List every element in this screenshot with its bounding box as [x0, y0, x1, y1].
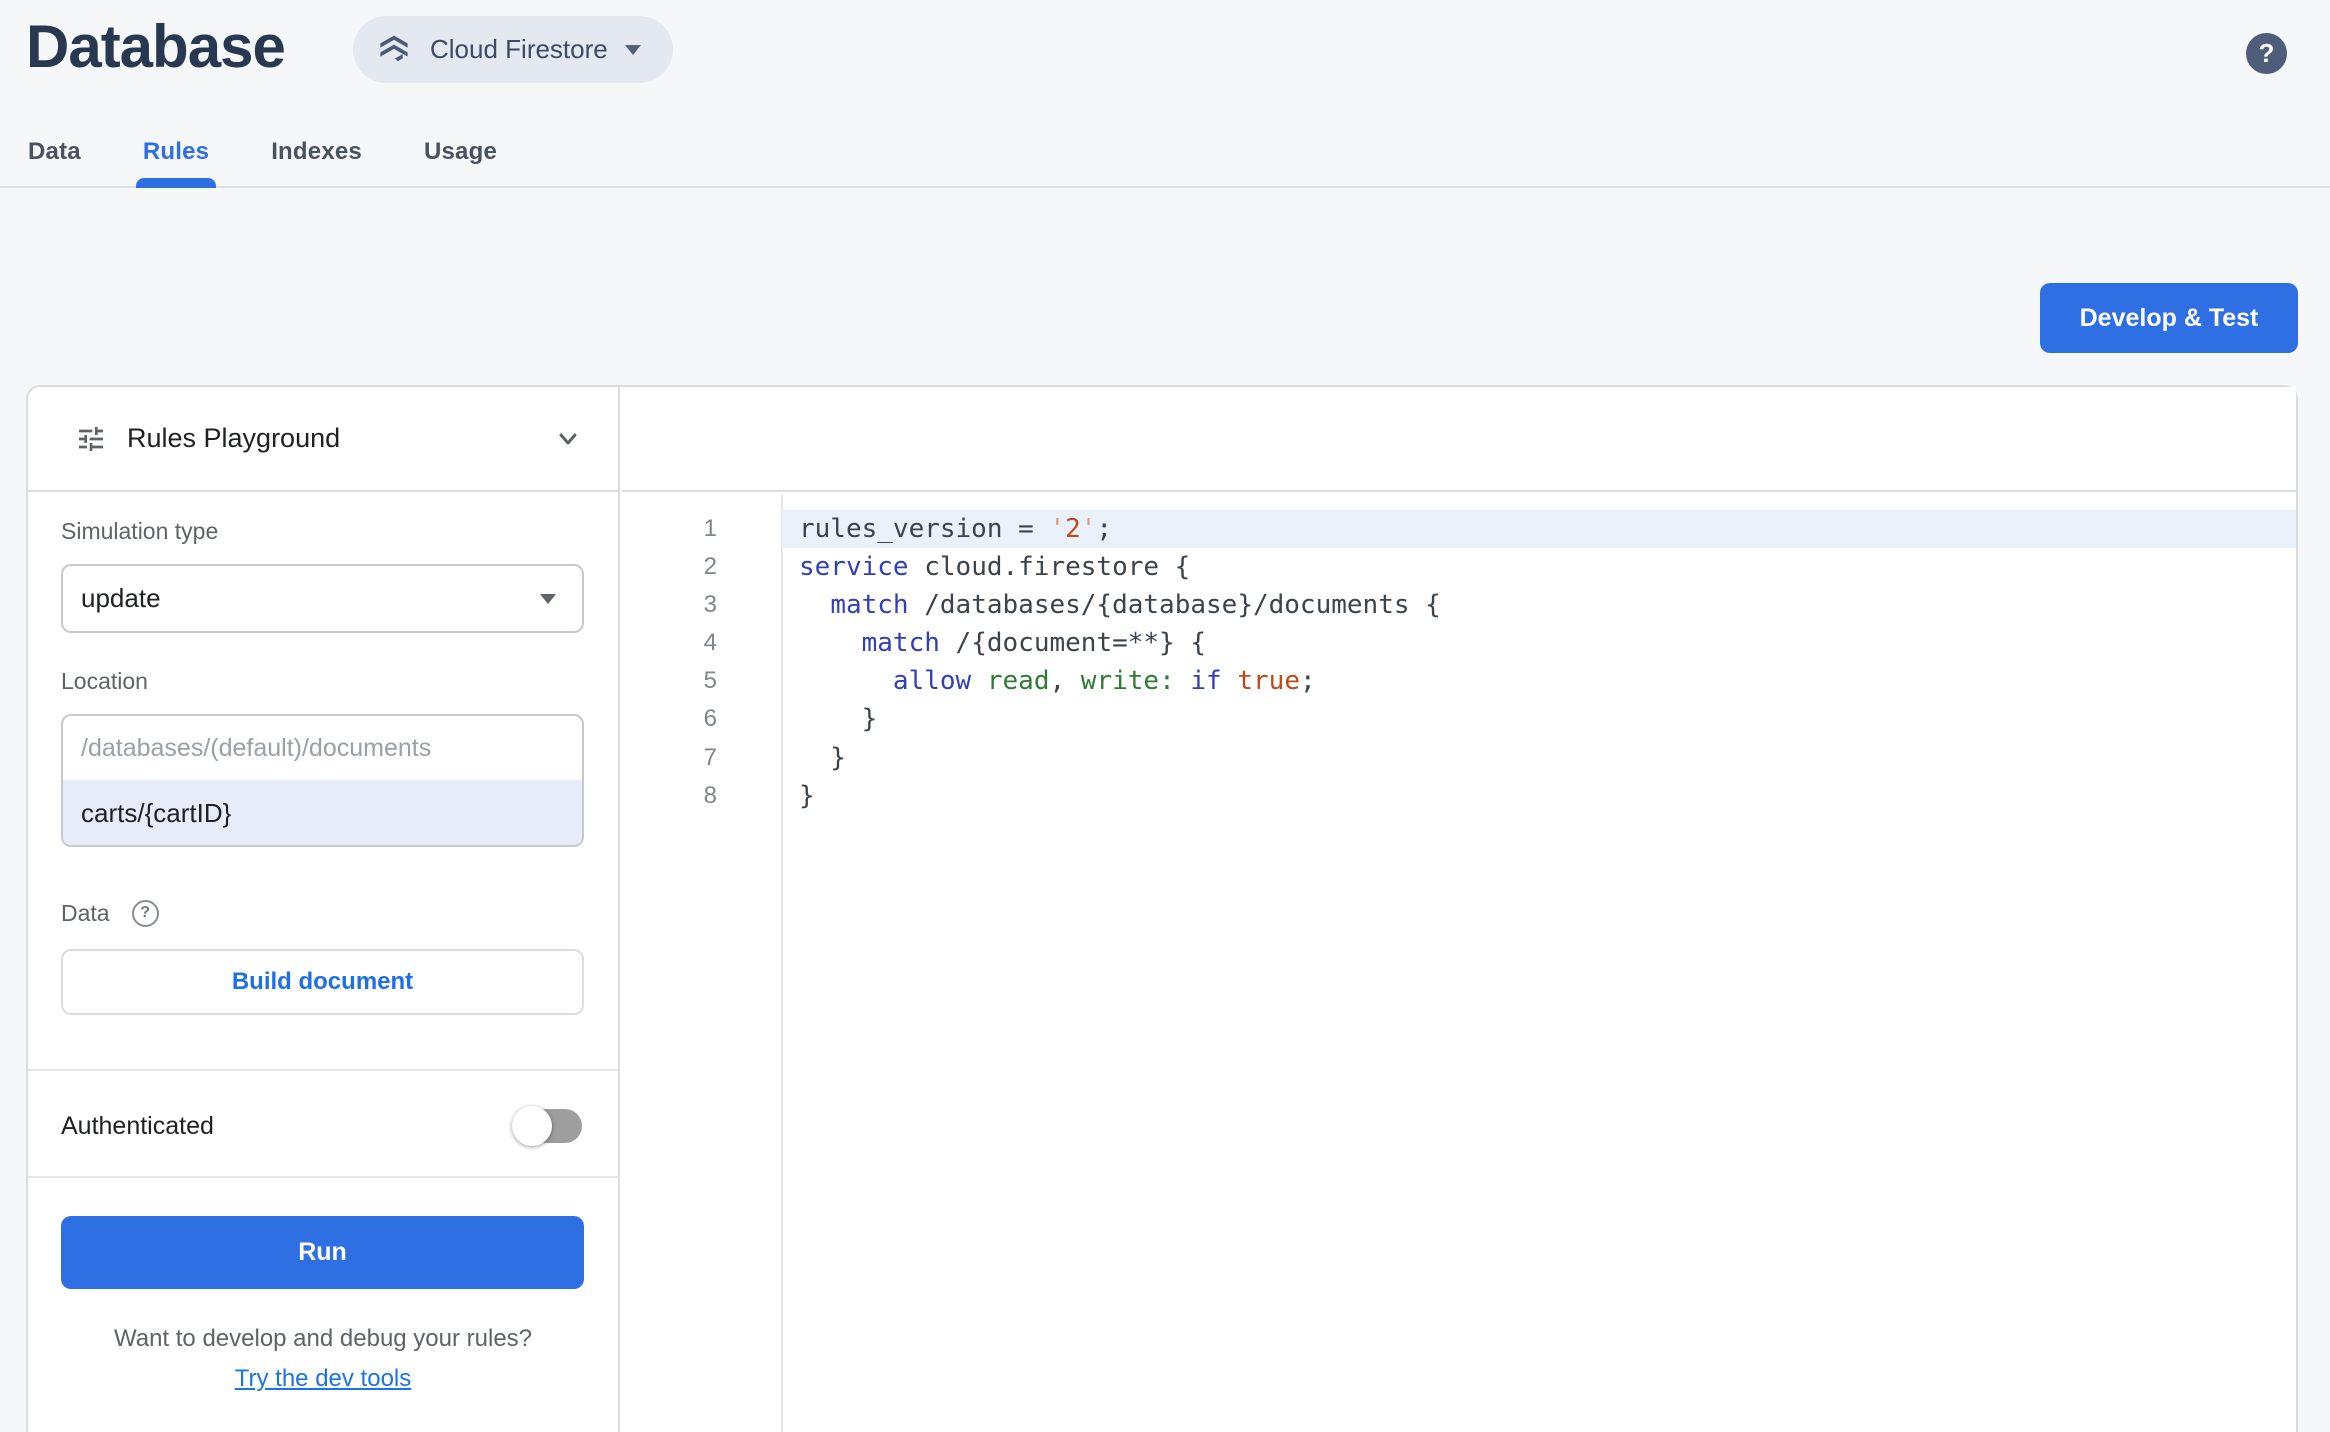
code-line-source[interactable]: match /{document=**} { [782, 624, 2296, 662]
code-line: 5 allow read, write: if true; [622, 662, 2296, 700]
code-line-source[interactable]: } [782, 777, 2296, 815]
rules-playground-panel: Rules Playground Simulation type update … [28, 387, 620, 1432]
location-label: Location [61, 668, 148, 694]
code-line: 4 match /{document=**} { [622, 624, 2296, 662]
data-section-header: Data ? [61, 895, 159, 931]
divider [28, 1176, 618, 1178]
collapse-panel-button[interactable] [548, 419, 588, 459]
code-line: 3 match /databases/{database}/documents … [622, 586, 2296, 624]
code-line: 2 service cloud.firestore { [622, 548, 2296, 586]
run-button[interactable]: Run [61, 1216, 584, 1289]
authenticated-label: Authenticated [61, 1111, 214, 1140]
tab-data[interactable]: Data [28, 118, 81, 186]
caret-down-icon [540, 593, 556, 604]
tab-indexes[interactable]: Indexes [271, 118, 362, 186]
code-line-source[interactable]: allow read, write: if true; [782, 662, 2296, 700]
line-number: 4 [703, 629, 717, 657]
help-button[interactable]: ? [2246, 33, 2287, 74]
simulation-type-select[interactable]: update [61, 564, 584, 633]
authenticated-row: Authenticated [61, 1094, 582, 1158]
data-help-icon[interactable]: ? [131, 899, 159, 927]
location-value[interactable]: carts/{cartID} [63, 780, 582, 845]
tune-icon [79, 426, 103, 451]
authenticated-toggle[interactable] [512, 1106, 582, 1146]
line-number: 6 [703, 705, 717, 733]
tab-rules[interactable]: Rules [135, 118, 217, 188]
firestore-icon [380, 35, 408, 61]
page-title: Database [26, 13, 286, 80]
code-line: 7 } [622, 739, 2296, 777]
line-number: 5 [703, 667, 717, 695]
code-line-source[interactable]: } [782, 739, 2296, 777]
rules-code-editor: 1 rules_version = '2'; 2 service cloud.fire… [622, 387, 2296, 1432]
location-input[interactable]: /databases/(default)/documents carts/{ca… [61, 714, 584, 847]
code-line: 8} [622, 777, 2296, 815]
code-line-source[interactable]: service cloud.firestore { [782, 548, 2296, 586]
develop-test-button[interactable]: Develop & Test [2040, 283, 2298, 353]
code-line: 6 } [622, 700, 2296, 738]
rules-playground-header: Rules Playground [28, 387, 618, 492]
try-dev-tools-link[interactable]: Try the dev tools [28, 1365, 618, 1393]
divider [28, 1069, 618, 1071]
line-number: 8 [703, 781, 717, 809]
product-selector-dropdown[interactable]: Cloud Firestore [353, 16, 673, 83]
code-lines: 1 rules_version = '2'; 2 service cloud.fire… [622, 510, 2296, 815]
chevron-down-icon [559, 433, 577, 444]
line-number: 7 [703, 743, 717, 771]
rules-editor-card: Rules Playground Simulation type update … [26, 385, 2298, 1432]
line-number: 1 [703, 515, 717, 542]
line-number: 3 [703, 591, 717, 619]
location-prefix: /databases/(default)/documents [81, 733, 432, 762]
line-number: 2 [703, 553, 717, 581]
code-line: 1 rules_version = '2'; [622, 510, 2296, 549]
tab-usage[interactable]: Usage [424, 118, 497, 186]
code-line-source[interactable]: match /databases/{database}/documents { [782, 586, 2296, 624]
dev-tools-question: Want to develop and debug your rules? [113, 1325, 533, 1352]
simulation-type-value: update [81, 583, 161, 613]
code-area[interactable]: 1 rules_version = '2'; 2 service cloud.fire… [622, 494, 2296, 1432]
code-line-source[interactable]: rules_version = '2'; [782, 510, 2296, 549]
rules-playground-title: Rules Playground [127, 423, 341, 453]
firestore-database-page: Database Cloud Firestore ? Data Rules Inde… [0, 0, 2330, 1432]
product-selector-label: Cloud Firestore [430, 34, 608, 64]
build-document-button[interactable]: Build document [61, 949, 584, 1015]
tab-bar: Data Rules Indexes Usage [0, 118, 2330, 188]
caret-down-icon [624, 44, 641, 55]
data-label: Data [61, 899, 110, 926]
code-line-source[interactable]: } [782, 700, 2296, 738]
simulation-type-label: Simulation type [61, 518, 219, 544]
toggle-knob [512, 1106, 552, 1146]
editor-toolbar [622, 387, 2296, 492]
